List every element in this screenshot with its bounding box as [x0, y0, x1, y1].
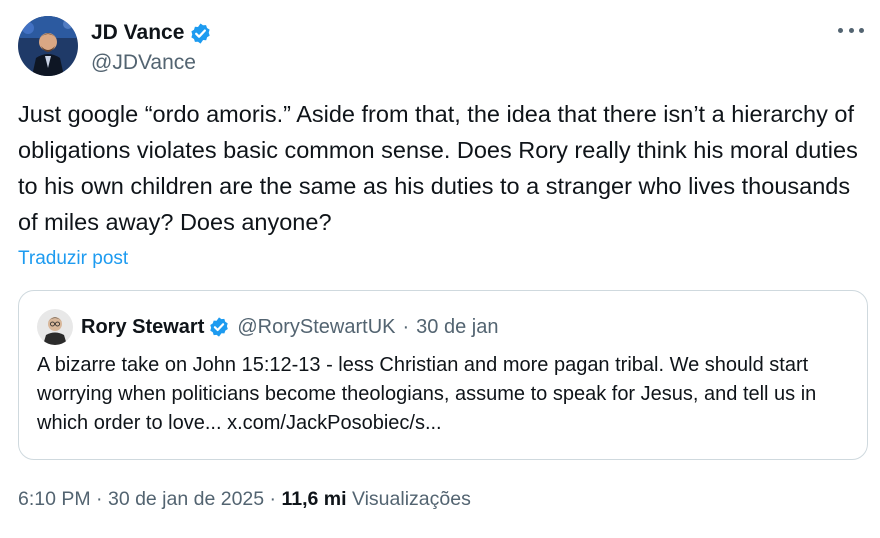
quoted-author-name: Rory Stewart: [81, 315, 205, 338]
avatar[interactable]: [18, 16, 78, 76]
dot: [859, 27, 864, 33]
dot: [838, 27, 843, 33]
post-time[interactable]: 6:10 PM: [18, 488, 91, 510]
footer-separator: ·: [90, 488, 108, 510]
footer-separator: ·: [264, 488, 282, 510]
quoted-author-handle: @RoryStewartUK: [237, 315, 396, 338]
post-date[interactable]: 30 de jan de 2025: [108, 488, 264, 510]
tweet: JD Vance @JDVance Just google “ordo amor…: [0, 0, 880, 538]
tweet-footer: 6:10 PM · 30 de jan de 2025 · 11,6 mi Vi…: [18, 488, 471, 511]
verified-badge-icon: [210, 317, 229, 337]
views-count: 11,6 mi: [281, 488, 347, 510]
tweet-header: JD Vance @JDVance: [18, 16, 212, 78]
user-block: JD Vance @JDVance: [91, 18, 212, 75]
more-options-icon[interactable]: [838, 20, 864, 40]
quoted-separator: ·: [402, 315, 410, 338]
quoted-date: 30 de jan: [416, 315, 499, 338]
quoted-tweet-header: Rory Stewart @RoryStewartUK · 30 de jan: [37, 309, 499, 345]
tweet-text: Just google “ordo amoris.” Aside from th…: [18, 101, 865, 235]
author-name[interactable]: JD Vance: [91, 21, 184, 45]
views-label: Visualizações: [346, 488, 471, 510]
dot: [848, 27, 854, 33]
verified-badge-icon: [191, 22, 211, 44]
quoted-tweet[interactable]: Rory Stewart @RoryStewartUK · 30 de jan …: [18, 290, 868, 460]
translate-post-link[interactable]: Traduzir post: [18, 248, 128, 270]
name-row: JD Vance: [91, 18, 212, 48]
quoted-tweet-text: A bizarre take on John 15:12-13 - less C…: [37, 354, 817, 434]
author-handle[interactable]: @JDVance: [91, 51, 212, 75]
quoted-avatar[interactable]: [37, 309, 73, 345]
